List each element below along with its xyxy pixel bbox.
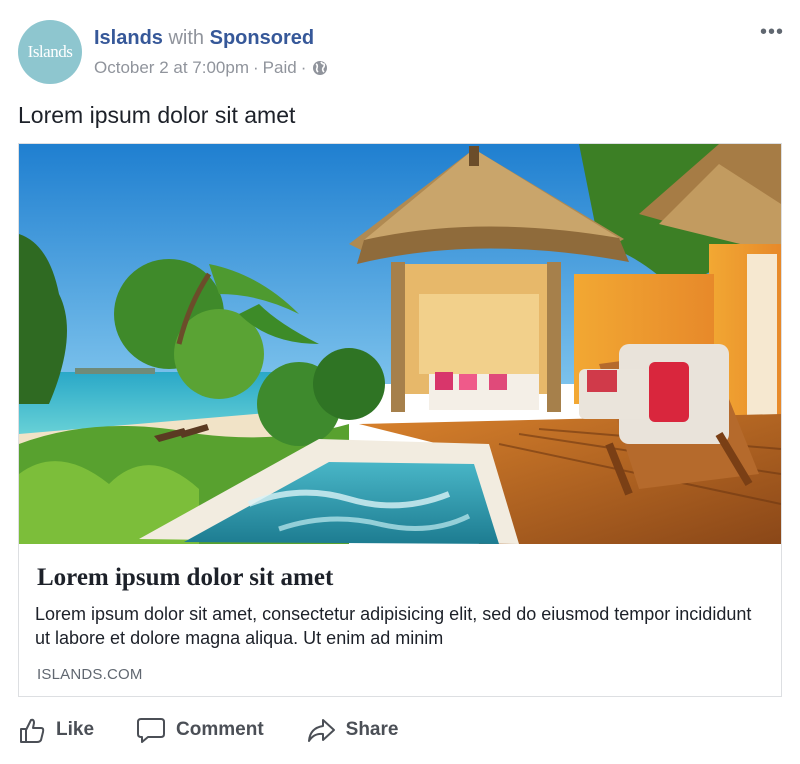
more-options-icon[interactable]: ••• (760, 22, 784, 42)
meta-separator: · (300, 58, 307, 77)
share-button[interactable]: Share (306, 716, 399, 744)
post-header-line: Islands with Sponsored (94, 27, 314, 50)
comment-icon (136, 716, 166, 744)
resort-bungalow-pool-photo[interactable] (19, 144, 781, 544)
post-message: Lorem ipsum dolor sit amet (18, 102, 296, 128)
comment-button[interactable]: Comment (136, 716, 264, 744)
page-name-link[interactable]: Islands (94, 27, 163, 49)
share-icon (306, 716, 336, 744)
card-domain: ISLANDS.COM (37, 666, 143, 683)
avatar-logo-text: Islands (27, 42, 73, 61)
share-label: Share (345, 719, 399, 740)
like-button[interactable]: Like (18, 716, 94, 744)
globe-icon[interactable] (312, 60, 328, 76)
comment-label: Comment (176, 719, 264, 740)
page-avatar[interactable]: Islands (18, 20, 82, 84)
post-meta: October 2 at 7:00pm · Paid · (94, 58, 328, 78)
card-description: Lorem ipsum dolor sit amet, consectetur … (35, 604, 752, 648)
link-card[interactable]: Lorem ipsum dolor sit amet Lorem ipsum d… (18, 143, 782, 697)
thumbs-up-icon (18, 716, 46, 744)
paid-label: Paid (262, 58, 297, 77)
sponsored-post: Islands Islands with Sponsored October 2… (0, 0, 800, 764)
meta-separator: · (252, 58, 259, 77)
with-word: with (168, 27, 205, 49)
card-headline[interactable]: Lorem ipsum dolor sit amet (37, 564, 333, 592)
post-action-bar: Like Comment Share (18, 712, 440, 748)
like-label: Like (56, 719, 95, 740)
post-timestamp[interactable]: October 2 at 7:00pm (94, 58, 249, 78)
sponsor-link[interactable]: Sponsored (210, 27, 314, 49)
